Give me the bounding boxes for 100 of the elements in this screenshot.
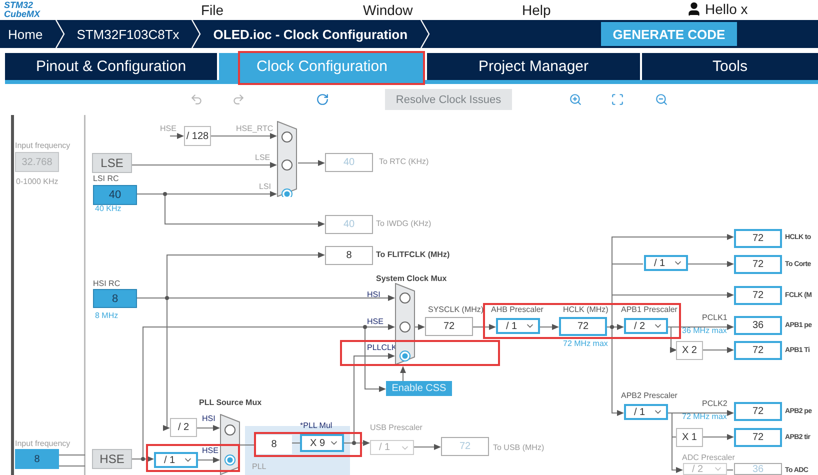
frequency-value: 72 [734,286,782,305]
breadcrumb[interactable]: Home [8,26,43,42]
frequency-value: 72 [734,255,782,274]
diagram-label: HSI [367,290,380,300]
tab[interactable]: Project Manager [427,53,640,80]
user-name[interactable]: Hello x [705,1,748,17]
diagram-label: HSE [202,446,218,456]
junction-dot [141,457,145,461]
factor-box: / 2 [170,418,197,437]
diagram-label: HSE [367,317,384,327]
prescaler-dropdown[interactable]: / 1 [624,404,668,420]
junction-dot [352,441,356,445]
diagram-label: PCLK1 [702,313,728,323]
diagram-label: PLL Source Mux [199,398,262,408]
oscillator-block: HSE [92,449,132,469]
diagram-label: PLL [252,462,266,472]
menu-item[interactable]: File [201,2,224,18]
connector-line [414,324,425,330]
frequency-value: 72 [559,317,607,336]
diagram-label: System Clock Mux [376,274,447,284]
breadcrumb[interactable]: OLED.ioc - Clock Configuration [213,26,408,42]
diagram-label: USB Prescaler [370,423,422,433]
diagram-label: HSI [202,414,216,424]
connector-line [210,133,277,139]
junction-dot [163,192,167,196]
diagram-label: HCLK (MHz) [563,305,608,315]
user-icon [686,1,702,17]
connector-line [414,444,441,450]
diagram-label: 72 MHz max [563,339,608,349]
diagram-label: 0-1000 KHz [16,177,58,187]
frequency-value: 36 [734,316,782,335]
frequency-value: 72 [441,437,489,456]
prescaler-dropdown[interactable]: / 1 [644,255,688,271]
diagram-label: 36 MHz max [682,326,727,336]
frequency-value: 36 [734,463,782,475]
junction-dot [165,296,169,300]
chevron-icon [420,20,430,48]
frequency-value: 72 [734,341,782,360]
factor-box: X 1 [676,428,703,447]
connector-line [702,347,734,353]
diagram-label: LSI [259,182,272,192]
menu-item[interactable]: Window [363,2,413,18]
tab[interactable]: Tools [642,53,818,80]
factor-box: X 2 [676,341,703,360]
connector-line [540,324,559,330]
app-logo: STM32 CubeMX [3,1,42,19]
diagram-label: 72 MHz max [682,412,727,422]
frequency-value: 8 [325,246,373,265]
frequency-value: 40 [325,215,373,234]
frequency-value: 72 [425,317,473,336]
diagram-label: AHB Prescaler [491,305,544,315]
diagram-label: HSE_RTC [236,124,274,134]
prescaler-dropdown[interactable]: X 9 [300,434,344,452]
diagram-label: To USB (MHz) [493,443,544,453]
diagram-label: APB1 Prescaler [621,305,678,315]
chevron-icon [54,20,65,48]
junction-dot [610,325,614,329]
diagram-label: To RTC (KHz) [379,157,429,167]
diagram-label: 8 MHz [95,311,118,321]
junction-dot [363,325,367,329]
diagram-label: LSI RC [93,174,119,184]
oscillator-block: 8 [93,289,137,308]
diagram-label: ADC Prescaler [682,453,735,463]
diagram-label: *PLL Mul [300,421,332,431]
prescaler-dropdown[interactable]: / 1 [154,452,198,468]
connector-line [702,434,734,440]
diagram-label: To FLITFCLK (MHz) [376,250,450,260]
connector-line [298,160,325,166]
prescaler-dropdown[interactable]: / 1 [496,318,540,334]
frequency-value: 72 [734,402,782,421]
prescaler-dropdown[interactable]: / 2 [624,318,668,334]
frequency-value: 40 [325,153,373,172]
connector-line [472,324,496,330]
frequency-value: 72 [734,229,782,248]
factor-box: / 128 [184,126,211,146]
oscillator-block: LSE [92,153,132,173]
frequency-input[interactable]: 8 [15,449,59,469]
diagram-label: 40 KHz [95,204,122,214]
diagram-label: LSE [255,153,270,163]
diagram-label: APB2 Prescaler [621,391,678,401]
chevron-icon [191,20,202,48]
tab[interactable]: Pinout & Configuration [5,53,217,80]
connector-line [400,366,406,382]
radio-button[interactable] [400,350,410,362]
diagram-label: PLLCLK [367,343,397,353]
menu-item[interactable]: Help [522,2,551,18]
diagram-label: SYSCLK (MHz) [428,305,484,315]
frequency-value: 72 [734,428,782,447]
connector-line [58,454,86,456]
connector-line [170,133,184,139]
diagram-label: PCLK2 [702,399,728,409]
oscillator-block: 40 [93,185,137,205]
diagram-label: Input frequency [15,439,70,449]
diagram-label: Input frequency [15,141,70,151]
radio-button[interactable] [282,188,292,197]
frequency-value: 8 [256,435,292,454]
breadcrumb[interactable]: STM32F103C8Tx [76,26,180,42]
diagram-label: To IWDG (KHz) [376,219,432,229]
diagram-label: HSI RC [93,279,120,289]
diagram-label: HSE [160,124,176,134]
